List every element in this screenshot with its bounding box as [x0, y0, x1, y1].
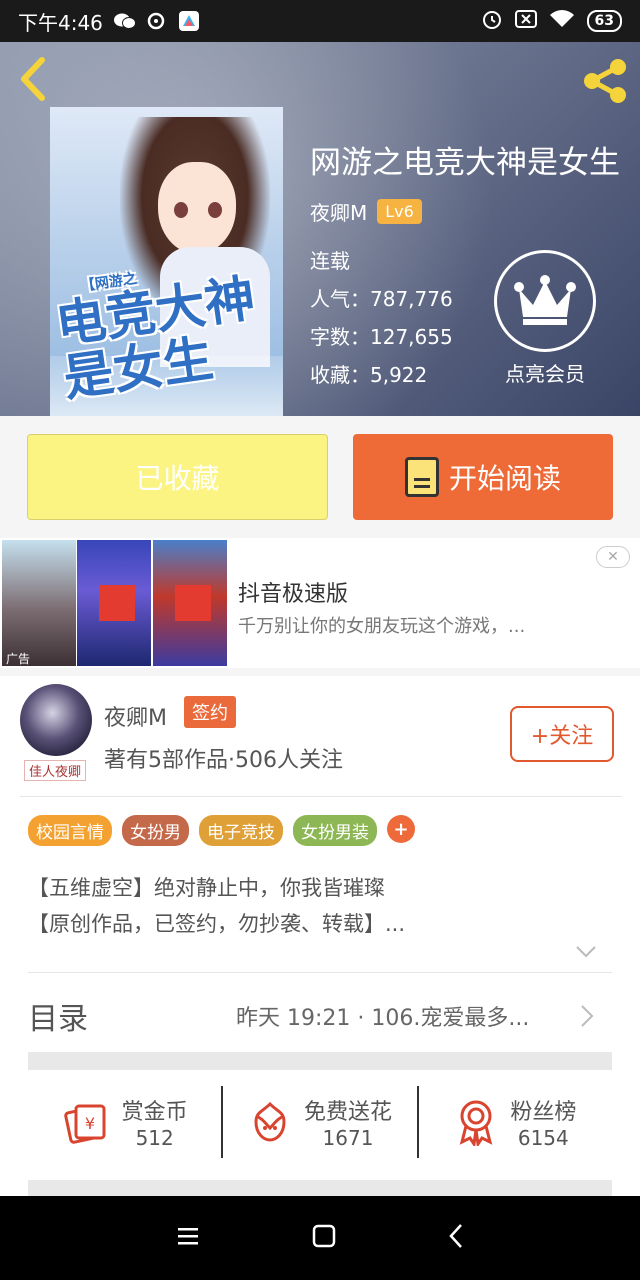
ad-thumbnail-1: 广告 — [2, 540, 76, 666]
expand-description-icon[interactable] — [575, 944, 597, 958]
back-button[interactable] — [14, 54, 54, 104]
book-cover[interactable]: 【网游之 电竞大神是女生 — [50, 107, 283, 416]
tag-crossdressing[interactable]: 女扮男 — [122, 815, 189, 846]
reward-title: 免费送花 — [303, 1100, 392, 1125]
book-description[interactable]: 【五维虚空】绝对静止中，你我皆璀璨 【原创作品，已签约，勿抄袭、转载】... — [28, 870, 405, 942]
level-badge: Lv6 — [377, 199, 422, 224]
book-popularity: 人气：787,776 — [310, 287, 453, 311]
author-section: 佳人夜卿 夜卿M 签约 著有5部作品·506人关注 +关注 校园言情 女扮男 电… — [0, 676, 640, 1196]
status-time: 下午4:46 — [18, 10, 103, 35]
ad-thumbnail-3 — [153, 540, 227, 666]
divider — [28, 972, 612, 973]
share-icon — [584, 59, 626, 103]
reward-coins-button[interactable]: ¥ 赏金币 512 — [28, 1086, 221, 1158]
red-envelope-icon: ¥ — [63, 1104, 106, 1144]
menu-icon — [178, 1228, 198, 1245]
no-sim-icon — [514, 9, 537, 34]
medal-icon — [460, 1100, 493, 1146]
svg-text:¥: ¥ — [85, 1114, 95, 1133]
book-icon — [404, 457, 439, 497]
author-avatar[interactable] — [20, 684, 92, 756]
system-back-button[interactable] — [448, 1223, 464, 1253]
start-reading-button[interactable]: 开始阅读 — [353, 434, 613, 520]
section-separator — [28, 1052, 612, 1070]
ad-close-button[interactable]: ✕ — [596, 546, 630, 568]
description-line: 【原创作品，已签约，勿抄袭、转载】... — [28, 912, 406, 936]
tag-esports[interactable]: 电子竞技 — [199, 815, 283, 846]
description-line: 【五维虚空】绝对静止中，你我皆璀璨 — [28, 876, 385, 900]
battery-indicator: 63 — [586, 10, 622, 32]
system-nav-bar — [0, 1196, 640, 1280]
reward-title: 赏金币 — [121, 1100, 188, 1125]
author-name[interactable]: 夜卿M — [104, 700, 167, 732]
avatar-tag: 佳人夜卿 — [24, 760, 87, 781]
wechat-icon — [113, 10, 137, 32]
follow-button[interactable]: +关注 — [510, 706, 614, 762]
back-arrow-icon — [449, 1224, 462, 1248]
reward-row: ¥ 赏金币 512 免费送花 1671 粉丝榜 6154 — [28, 1086, 612, 1158]
action-bar: 已收藏 开始阅读 — [0, 416, 640, 538]
status-bar: 下午4:46 63 — [0, 0, 640, 42]
app-store-icon — [177, 10, 201, 32]
section-separator — [28, 1180, 612, 1196]
menu-button[interactable] — [176, 1225, 200, 1251]
tag-male-disguise[interactable]: 女扮男装 — [293, 815, 377, 846]
membership-button[interactable]: 点亮会员 — [490, 250, 600, 387]
book-title: 网游之电竞大神是女生 — [310, 145, 620, 181]
more-tags-button[interactable]: + — [387, 815, 415, 843]
start-reading-label: 开始阅读 — [448, 462, 561, 495]
membership-label: 点亮会员 — [505, 362, 585, 386]
reward-count: 1671 — [322, 1126, 374, 1150]
wifi-icon — [549, 9, 575, 34]
book-status: 连载 — [310, 249, 350, 273]
fan-ranking-button[interactable]: 粉丝榜 6154 — [416, 1086, 612, 1158]
book-header: 【网游之 电竞大神是女生 网游之电竞大神是女生 夜卿M Lv6 连载 人气：78… — [0, 42, 640, 416]
toc-label[interactable]: 目录 — [28, 994, 88, 1038]
chat-bubble-icon — [145, 10, 169, 32]
toc-latest-chapter[interactable]: 昨天 19:21 · 106.宠爱最多... — [236, 1000, 529, 1032]
reward-count: 512 — [135, 1126, 174, 1150]
ad-title: 抖音极速版 — [238, 582, 349, 607]
signed-badge: 签约 — [184, 696, 236, 728]
ad-tag: 广告 — [6, 652, 31, 666]
share-button[interactable] — [578, 54, 632, 108]
flower-icon — [254, 1101, 286, 1142]
reward-title: 粉丝榜 — [510, 1100, 577, 1125]
book-author-line: 夜卿M Lv6 — [310, 197, 422, 226]
chevron-right-icon[interactable] — [580, 1004, 594, 1028]
ad-description: 千万别让你的女朋友玩这个游戏，... — [238, 616, 526, 637]
ad-banner[interactable]: 广告 抖音极速版 千万别让你的女朋友玩这个游戏，... ✕ — [0, 538, 640, 668]
book-author-name[interactable]: 夜卿M — [310, 197, 367, 226]
book-favorites: 收藏：5,922 — [310, 363, 428, 387]
ad-thumbnail-2 — [77, 540, 151, 666]
alarm-icon — [481, 8, 503, 35]
crown-icon — [514, 275, 576, 325]
home-button[interactable] — [312, 1224, 336, 1252]
send-flowers-button[interactable]: 免费送花 1671 — [221, 1086, 416, 1158]
book-word-count: 字数：127,655 — [310, 325, 453, 349]
author-meta: 著有5部作品·506人关注 — [104, 748, 343, 773]
tag-list: 校园言情 女扮男 电子竞技 女扮男装 + — [28, 815, 415, 846]
tag-campus-romance[interactable]: 校园言情 — [28, 815, 112, 846]
divider — [20, 796, 622, 797]
reward-count: 6154 — [517, 1126, 569, 1150]
home-icon — [312, 1224, 336, 1248]
collected-button[interactable]: 已收藏 — [27, 434, 328, 520]
book-stats: 连载 人气：787,776 字数：127,655 收藏：5,922 — [310, 242, 453, 394]
